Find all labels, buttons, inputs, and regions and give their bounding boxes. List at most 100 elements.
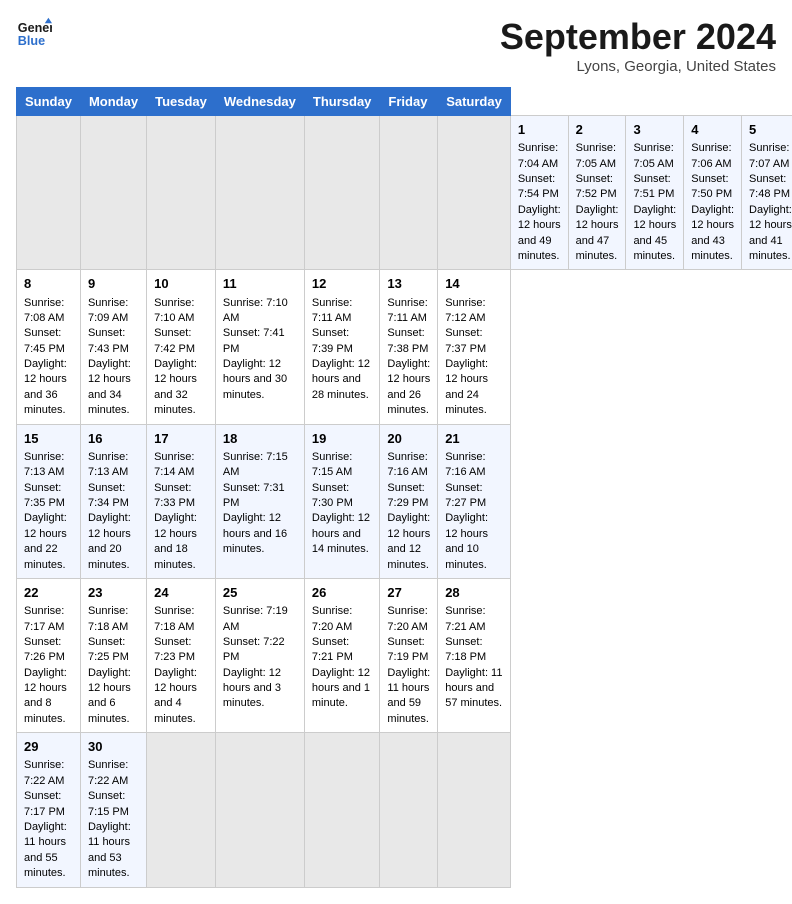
daylight-text: Daylight: 12 hours and 24 minutes. [445,357,503,419]
sunrise-text: Sunrise: 7:22 AM [24,758,73,789]
header-friday: Friday [380,88,438,116]
calendar-cell: 20Sunrise: 7:16 AMSunset: 7:29 PMDayligh… [380,424,438,578]
daylight-text: Daylight: 12 hours and 22 minutes. [24,511,73,573]
day-number: 2 [576,121,619,139]
header-tuesday: Tuesday [147,88,216,116]
day-number: 20 [387,430,430,448]
calendar-cell: 5Sunrise: 7:07 AMSunset: 7:48 PMDaylight… [742,116,792,270]
day-number: 5 [749,121,792,139]
sunset-text: Sunset: 7:34 PM [88,481,139,512]
sunrise-text: Sunrise: 7:13 AM [88,450,139,481]
sunset-text: Sunset: 7:33 PM [154,481,208,512]
day-number: 14 [445,275,503,293]
sunrise-text: Sunrise: 7:21 AM [445,604,503,635]
calendar-cell: 16Sunrise: 7:13 AMSunset: 7:34 PMDayligh… [80,424,146,578]
daylight-text: Daylight: 12 hours and 32 minutes. [154,357,208,419]
calendar-cell [304,733,380,887]
sunset-text: Sunset: 7:37 PM [445,326,503,357]
logo-icon: General Blue [16,16,52,52]
daylight-text: Daylight: 11 hours and 57 minutes. [445,666,503,712]
calendar-cell: 23Sunrise: 7:18 AMSunset: 7:25 PMDayligh… [80,578,146,732]
calendar-cell [215,116,304,270]
calendar-cell [147,116,216,270]
sunset-text: Sunset: 7:18 PM [445,635,503,666]
calendar-cell: 26Sunrise: 7:20 AMSunset: 7:21 PMDayligh… [304,578,380,732]
day-number: 28 [445,584,503,602]
sunset-text: Sunset: 7:29 PM [387,481,430,512]
daylight-text: Daylight: 12 hours and 28 minutes. [312,357,373,403]
calendar-cell: 4Sunrise: 7:06 AMSunset: 7:50 PMDaylight… [684,116,742,270]
sunset-text: Sunset: 7:23 PM [154,635,208,666]
calendar-cell: 1Sunrise: 7:04 AMSunset: 7:54 PMDaylight… [510,116,568,270]
calendar-subtitle: Lyons, Georgia, United States [500,58,776,75]
sunrise-text: Sunrise: 7:18 AM [88,604,139,635]
calendar-cell: 11Sunrise: 7:10 AMSunset: 7:41 PMDayligh… [215,270,304,424]
calendar-cell: 22Sunrise: 7:17 AMSunset: 7:26 PMDayligh… [17,578,81,732]
calendar-cell [215,733,304,887]
sunset-text: Sunset: 7:54 PM [518,172,561,203]
daylight-text: Daylight: 11 hours and 53 minutes. [88,820,139,882]
daylight-text: Daylight: 12 hours and 49 minutes. [518,203,561,265]
sunrise-text: Sunrise: 7:06 AM [691,141,734,172]
sunrise-text: Sunrise: 7:17 AM [24,604,73,635]
sunset-text: Sunset: 7:39 PM [312,326,373,357]
calendar-cell: 19Sunrise: 7:15 AMSunset: 7:30 PMDayligh… [304,424,380,578]
daylight-text: Daylight: 12 hours and 20 minutes. [88,511,139,573]
daylight-text: Daylight: 12 hours and 43 minutes. [691,203,734,265]
sunrise-text: Sunrise: 7:12 AM [445,296,503,327]
daylight-text: Daylight: 11 hours and 55 minutes. [24,820,73,882]
daylight-text: Daylight: 12 hours and 1 minute. [312,666,373,712]
sunset-text: Sunset: 7:42 PM [154,326,208,357]
sunrise-text: Sunrise: 7:13 AM [24,450,73,481]
day-number: 29 [24,738,73,756]
day-number: 1 [518,121,561,139]
calendar-cell: 9Sunrise: 7:09 AMSunset: 7:43 PMDaylight… [80,270,146,424]
calendar-cell [438,733,511,887]
sunrise-text: Sunrise: 7:09 AM [88,296,139,327]
day-number: 27 [387,584,430,602]
day-number: 22 [24,584,73,602]
calendar-cell: 3Sunrise: 7:05 AMSunset: 7:51 PMDaylight… [626,116,684,270]
daylight-text: Daylight: 12 hours and 45 minutes. [633,203,676,265]
sunrise-text: Sunrise: 7:20 AM [387,604,430,635]
calendar-cell [380,733,438,887]
daylight-text: Daylight: 12 hours and 8 minutes. [24,666,73,728]
daylight-text: Daylight: 12 hours and 16 minutes. [223,511,297,557]
day-number: 3 [633,121,676,139]
calendar-week-row: 15Sunrise: 7:13 AMSunset: 7:35 PMDayligh… [17,424,792,578]
calendar-week-row: 22Sunrise: 7:17 AMSunset: 7:26 PMDayligh… [17,578,792,732]
calendar-cell: 29 Sunrise: 7:22 AMSunset: 7:17 PMDayligh… [17,733,81,887]
sunrise-text: Sunrise: 7:10 AM [154,296,208,327]
day-number: 11 [223,275,297,293]
daylight-text: Daylight: 12 hours and 36 minutes. [24,357,73,419]
sunrise-text: Sunrise: 7:16 AM [445,450,503,481]
day-number: 17 [154,430,208,448]
sunrise-text: Sunrise: 7:15 AM [223,450,297,481]
calendar-cell [147,733,216,887]
sunset-text: Sunset: 7:27 PM [445,481,503,512]
calendar-cell: 17 Sunrise: 7:14 AMSunset: 7:33 PMDayligh… [147,424,216,578]
sunset-text: Sunset: 7:43 PM [88,326,139,357]
sunrise-text: Sunrise: 7:14 AM [154,450,208,481]
calendar-cell [438,116,511,270]
sunset-text: Sunset: 7:15 PM [88,789,139,820]
daylight-text: Daylight: 12 hours and 18 minutes. [154,511,208,573]
calendar-cell: 13Sunrise: 7:11 AMSunset: 7:38 PMDayligh… [380,270,438,424]
day-number: 9 [88,275,139,293]
day-number: 21 [445,430,503,448]
header-saturday: Saturday [438,88,511,116]
day-number: 19 [312,430,373,448]
logo: General Blue [16,16,52,52]
daylight-text: Daylight: 12 hours and 30 minutes. [223,357,297,403]
daylight-text: Daylight: 12 hours and 41 minutes. [749,203,792,265]
day-number: 10 [154,275,208,293]
calendar-cell: 2Sunrise: 7:05 AMSunset: 7:52 PMDaylight… [568,116,626,270]
sunset-text: Sunset: 7:17 PM [24,789,73,820]
sunset-text: Sunset: 7:38 PM [387,326,430,357]
day-number: 25 [223,584,297,602]
sunrise-text: Sunrise: 7:20 AM [312,604,373,635]
sunrise-text: Sunrise: 7:11 AM [312,296,373,327]
sunrise-text: Sunrise: 7:18 AM [154,604,208,635]
calendar-week-row: 29Sunrise: 7:22 AMSunset: 7:17 PMDayligh… [17,733,792,887]
title-area: September 2024 Lyons, Georgia, United St… [500,16,776,75]
